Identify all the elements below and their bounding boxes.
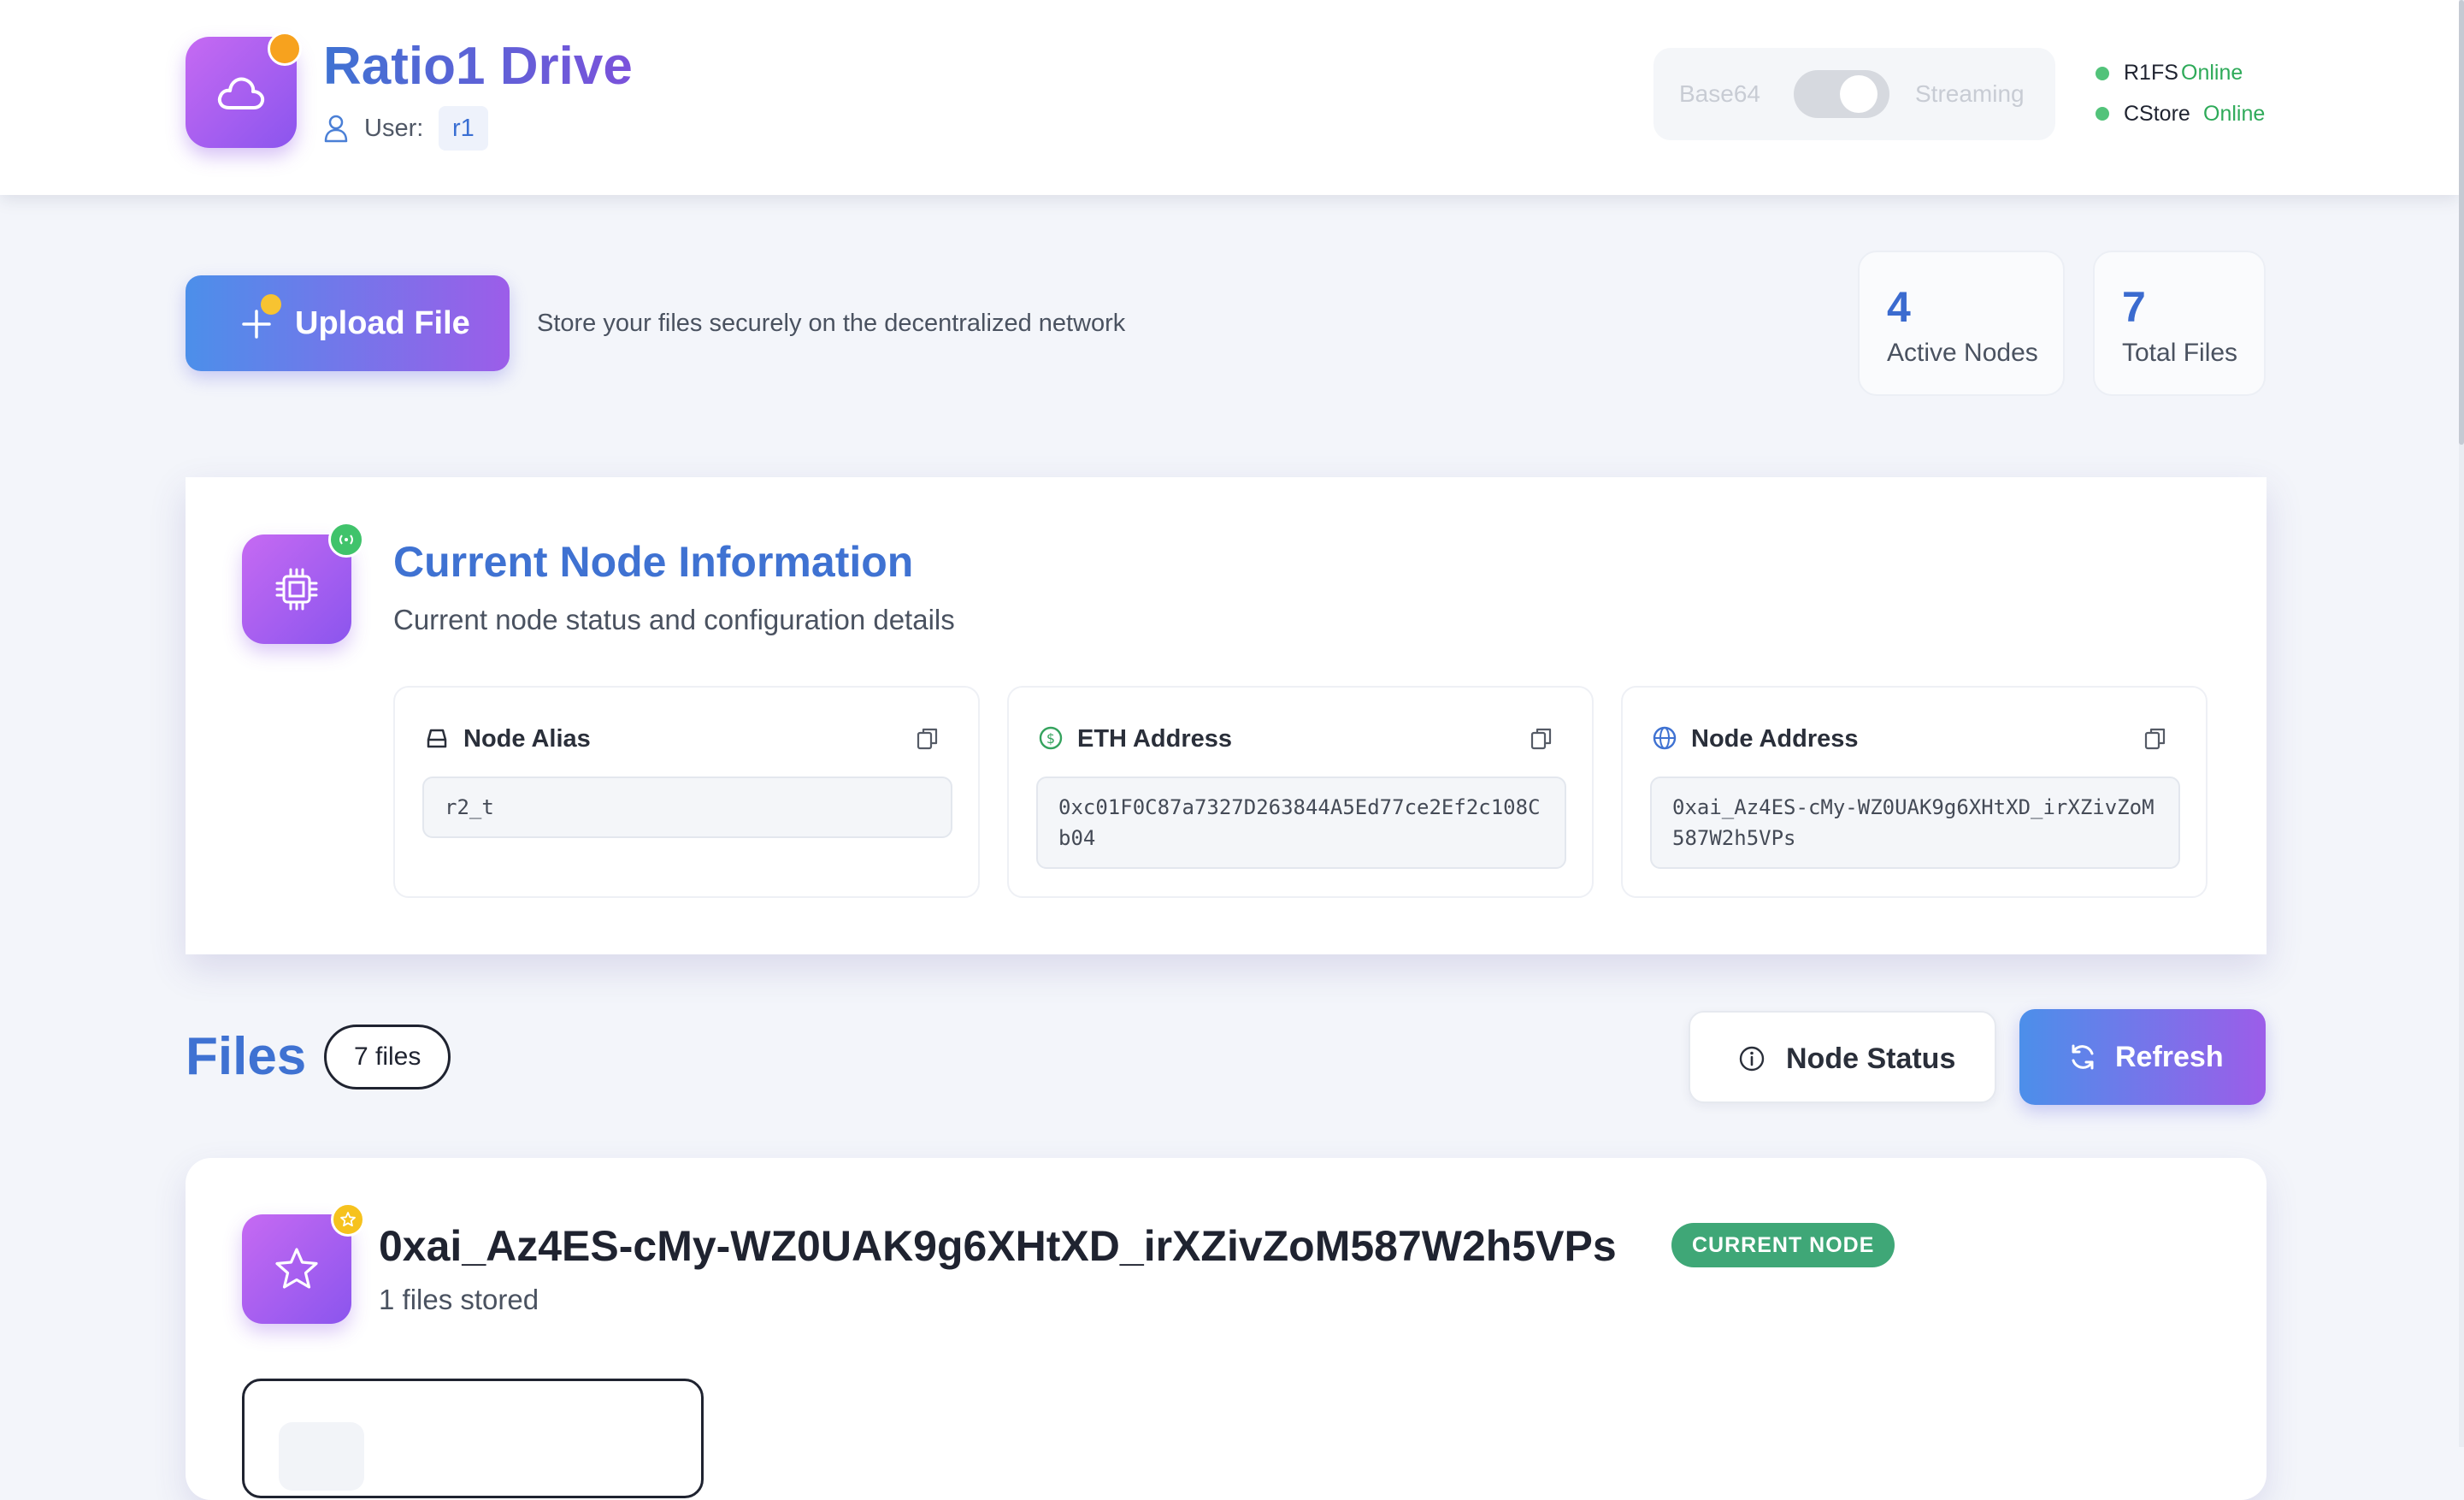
refresh-button[interactable]: Refresh <box>2019 1009 2266 1105</box>
node-address-value: 0xai_Az4ES-cMy-WZ0UAK9g6XHtXD_irXZivZoM5… <box>1650 777 2180 869</box>
user-name-chip: r1 <box>439 106 488 151</box>
active-nodes-stat: 4 Active Nodes <box>1858 251 2065 396</box>
eth-address-card: $ ETH Address 0xc01F0C87a7327D263844A5Ed… <box>1007 686 1594 898</box>
cstore-status: Online <box>2203 102 2266 126</box>
cloud-icon <box>217 77 265 109</box>
refresh-label: Refresh <box>2115 1041 2224 1073</box>
node-info-subtitle: Current node status and configuration de… <box>393 604 955 635</box>
copy-icon[interactable] <box>2143 725 2168 751</box>
active-nodes-count: 4 <box>1887 283 1911 331</box>
current-node-badge: CURRENT NODE <box>1671 1223 1895 1267</box>
star-badge-icon <box>331 1202 365 1237</box>
r1fs-status: Online <box>2181 61 2243 85</box>
eth-address-label: ETH Address <box>1077 725 1233 753</box>
r1fs-status-dot <box>2096 67 2109 80</box>
node-alias-value: r2_t <box>422 777 952 838</box>
file-icon <box>279 1422 364 1491</box>
info-icon <box>1738 1045 1765 1072</box>
mode-base64-label: Base64 <box>1679 80 1760 107</box>
total-files-count: 7 <box>2122 283 2146 331</box>
scrollbar-thumb[interactable] <box>2459 0 2464 445</box>
user-label: User: <box>364 115 424 142</box>
upload-file-button[interactable]: Upload File <box>186 275 510 371</box>
mode-toggle-knob[interactable] <box>1840 75 1877 113</box>
node-files-count: 1 files stored <box>379 1284 539 1315</box>
app-title: Ratio1 Drive <box>323 32 633 101</box>
active-nodes-label: Active Nodes <box>1887 339 2038 367</box>
mode-streaming-label: Streaming <box>1915 80 2025 107</box>
signal-icon <box>328 522 364 558</box>
eth-address-value: 0xc01F0C87a7327D263844A5Ed77ce2Ef2c108Cb… <box>1036 777 1566 869</box>
sparkle-badge-icon <box>268 32 302 66</box>
refresh-icon <box>2067 1042 2098 1072</box>
drive-icon <box>424 725 450 751</box>
dollar-icon: $ <box>1038 725 1064 751</box>
node-status-label: Node Status <box>1786 1042 1956 1075</box>
node-info-title: Current Node Information <box>393 538 914 586</box>
r1fs-label: R1FS <box>2124 61 2178 85</box>
node-address-label: Node Address <box>1691 725 1859 753</box>
node-files-address: 0xai_Az4ES-cMy-WZ0UAK9g6XHtXD_irXZivZoM5… <box>379 1222 1617 1270</box>
files-count-chip: 7 files <box>324 1025 451 1090</box>
file-card[interactable] <box>242 1379 704 1498</box>
sparkle-icon <box>261 294 281 315</box>
current-node-card: Current Node Information Current node st… <box>186 477 2267 954</box>
node-address-card: Node Address 0xai_Az4ES-cMy-WZ0UAK9g6XHt… <box>1621 686 2208 898</box>
files-title: Files <box>186 1027 307 1086</box>
node-status-button[interactable]: Node Status <box>1689 1011 1996 1103</box>
total-files-label: Total Files <box>2122 339 2238 367</box>
copy-icon[interactable] <box>915 725 940 751</box>
copy-icon[interactable] <box>1529 725 1554 751</box>
upload-file-label: Upload File <box>295 305 470 341</box>
globe-icon <box>1652 725 1677 751</box>
node-alias-label: Node Alias <box>463 725 591 753</box>
node-alias-card: Node Alias r2_t <box>393 686 980 898</box>
user-icon <box>323 114 349 143</box>
upload-description: Store your files securely on the decentr… <box>537 310 1126 337</box>
svg-text:$: $ <box>1046 730 1055 747</box>
cstore-status-dot <box>2096 107 2109 121</box>
cstore-label: CStore <box>2124 102 2190 126</box>
node-files-card: 0xai_Az4ES-cMy-WZ0UAK9g6XHtXD_irXZivZoM5… <box>186 1158 2267 1500</box>
total-files-stat: 7 Total Files <box>2093 251 2266 396</box>
